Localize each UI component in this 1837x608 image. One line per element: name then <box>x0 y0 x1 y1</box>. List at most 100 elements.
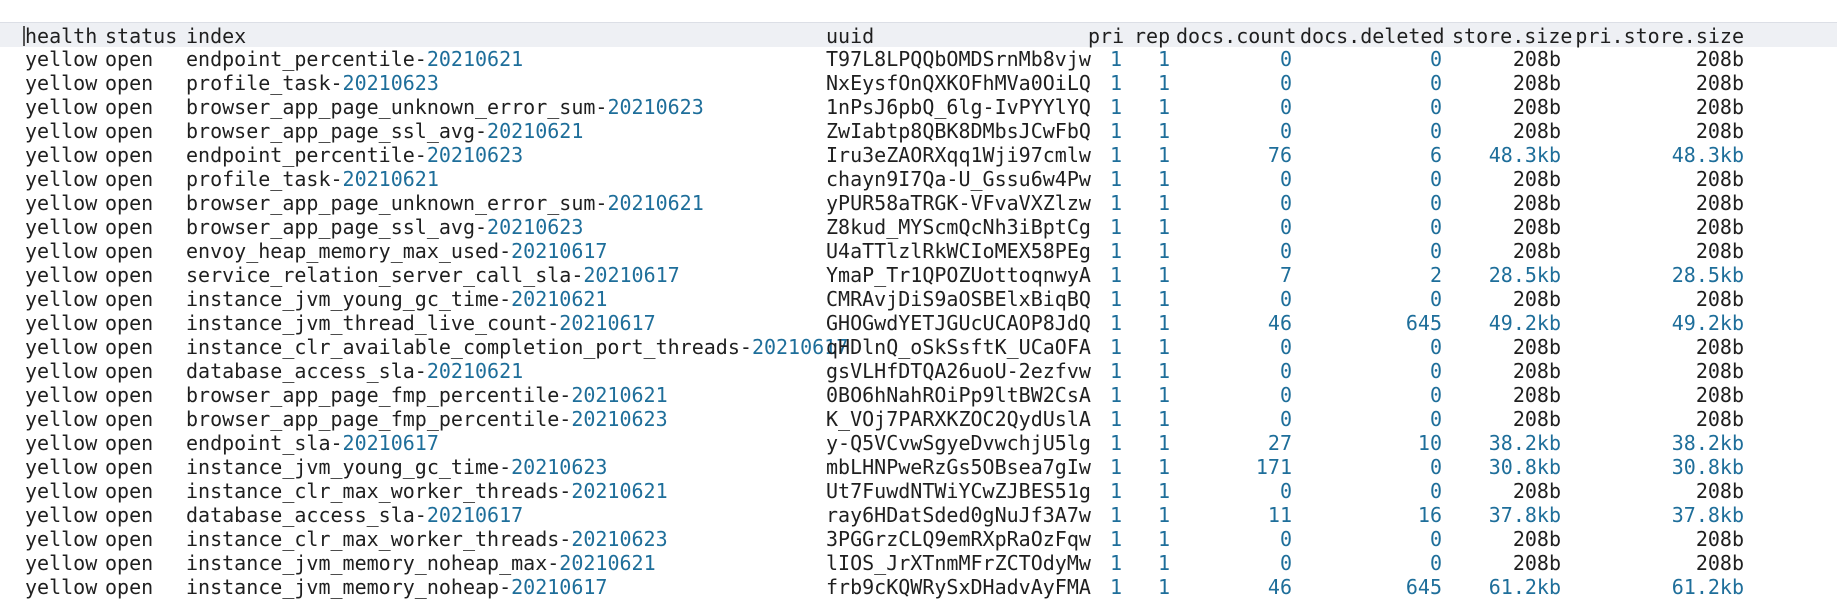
cell-docs-count: 76 <box>1267 143 1292 167</box>
cell-pri-store-size: 48.3kb <box>1671 143 1744 167</box>
cell-uuid: y-Q5VCvwSgyeDvwchjU5lg <box>826 431 1091 455</box>
index-name: browser_app_page_fmp_percentile- <box>186 407 572 431</box>
cell-health: yellow <box>25 575 98 599</box>
cell-rep: 1 <box>1157 239 1170 263</box>
cell-status: open <box>105 95 154 119</box>
cell-pri-store-size: 208b <box>1695 239 1744 263</box>
cell-store-size: 208b <box>1512 191 1561 215</box>
cell-health: yellow <box>25 311 98 335</box>
cell-rep: 1 <box>1157 143 1170 167</box>
cell-store-size: 208b <box>1512 383 1561 407</box>
index-date: 20210623 <box>571 527 668 551</box>
cell-pri: 1 <box>1109 551 1122 575</box>
index-date: 20210621 <box>571 383 668 407</box>
cell-docs-deleted: 0 <box>1429 407 1442 431</box>
cell-store-size: 28.5kb <box>1488 263 1561 287</box>
cell-docs-deleted: 0 <box>1429 455 1442 479</box>
cell-pri: 1 <box>1109 479 1122 503</box>
cell-store-size: 208b <box>1512 239 1561 263</box>
cell-status: open <box>105 47 154 71</box>
cell-store-size: 208b <box>1512 359 1561 383</box>
cell-rep: 1 <box>1157 191 1170 215</box>
cell-health: yellow <box>25 263 98 287</box>
header-pri: pri <box>1088 24 1125 48</box>
cell-pri: 1 <box>1109 287 1122 311</box>
cell-rep: 1 <box>1157 551 1170 575</box>
index-date: 20210621 <box>559 551 656 575</box>
cell-uuid: qHDlnQ_oSkSsftK_UCaOFA <box>826 335 1091 359</box>
cell-rep: 1 <box>1157 455 1170 479</box>
index-date: 20210621 <box>511 287 608 311</box>
index-name: browser_app_page_fmp_percentile- <box>186 383 572 407</box>
cell-uuid: Z8kud_MYScmQcNh3iBptCg <box>826 215 1091 239</box>
cell-index: browser_app_page_ssl_avg-20210621 <box>186 119 583 143</box>
cell-docs-count: 0 <box>1279 191 1292 215</box>
cell-uuid: yPUR58aTRGK-VFvaVXZlzw <box>826 191 1091 215</box>
cell-docs-count: 0 <box>1279 407 1292 431</box>
cell-pri-store-size: 208b <box>1695 167 1744 191</box>
cell-uuid: 0BO6hNahROiPp9ltBW2CsA <box>826 383 1091 407</box>
cell-rep: 1 <box>1157 119 1170 143</box>
index-date: 20210623 <box>426 143 524 167</box>
cell-health: yellow <box>25 407 98 431</box>
index-date: 20210623 <box>511 455 608 479</box>
cell-store-size: 208b <box>1512 47 1561 71</box>
index-date: 20210621 <box>607 191 704 215</box>
cell-store-size: 48.3kb <box>1488 143 1561 167</box>
cell-index: browser_app_page_fmp_percentile-20210621 <box>186 383 668 407</box>
cell-health: yellow <box>25 287 98 311</box>
index-date: 20210623 <box>607 95 704 119</box>
cell-uuid: GHOGwdYETJGUcUCAOP8JdQ <box>826 311 1091 335</box>
cell-store-size: 208b <box>1512 527 1561 551</box>
cell-store-size: 208b <box>1512 167 1561 191</box>
cell-docs-count: 0 <box>1279 287 1292 311</box>
cell-index: instance_clr_max_worker_threads-20210621 <box>186 479 668 503</box>
cell-uuid: gsVLHfDTQA26uoU-2ezfvw <box>826 359 1091 383</box>
cell-rep: 1 <box>1157 479 1170 503</box>
cell-docs-count: 0 <box>1279 119 1292 143</box>
index-name: instance_jvm_memory_noheap- <box>186 575 512 599</box>
cell-health: yellow <box>25 455 98 479</box>
cell-health: yellow <box>25 359 98 383</box>
cell-uuid: frb9cKQWRySxDHadvAyFMA <box>826 575 1091 599</box>
index-date: 20210621 <box>487 119 584 143</box>
cell-docs-count: 11 <box>1267 503 1292 527</box>
table-row: yellow open instance_jvm_memory_noheap-202… <box>0 575 1837 599</box>
cell-docs-count: 0 <box>1279 167 1292 191</box>
cell-rep: 1 <box>1157 503 1170 527</box>
indices-table: health status index uuid pri rep docs.co… <box>0 22 1837 599</box>
cell-health: yellow <box>25 191 98 215</box>
cell-index: browser_app_page_ssl_avg-20210623 <box>186 215 583 239</box>
cell-status: open <box>105 71 154 95</box>
cell-pri-store-size: 208b <box>1695 95 1744 119</box>
cell-rep: 1 <box>1157 527 1170 551</box>
cell-docs-deleted: 0 <box>1429 551 1442 575</box>
cell-index: envoy_heap_memory_max_used-20210617 <box>186 239 607 263</box>
cell-docs-deleted: 0 <box>1429 527 1442 551</box>
cell-docs-deleted: 0 <box>1429 119 1442 143</box>
cell-docs-deleted: 0 <box>1429 95 1442 119</box>
cell-uuid: ray6HDatSded0gNuJf3A7w <box>826 503 1091 527</box>
index-name: instance_jvm_young_gc_time- <box>186 455 512 479</box>
cell-rep: 1 <box>1157 431 1170 455</box>
cell-docs-count: 0 <box>1279 71 1292 95</box>
cell-docs-deleted: 10 <box>1417 431 1442 455</box>
cell-status: open <box>105 287 154 311</box>
cell-status: open <box>105 527 154 551</box>
table-row: yellow open browser_app_page_ssl_avg-20210… <box>0 215 1837 239</box>
cell-status: open <box>105 551 154 575</box>
index-name: endpoint_percentile- <box>186 47 427 71</box>
cell-docs-deleted: 16 <box>1417 503 1442 527</box>
index-date: 20210621 <box>571 479 668 503</box>
cell-pri: 1 <box>1109 311 1122 335</box>
cell-rep: 1 <box>1157 71 1170 95</box>
cell-status: open <box>105 575 154 599</box>
cell-pri: 1 <box>1109 263 1122 287</box>
cell-store-size: 61.2kb <box>1488 575 1561 599</box>
header-docs-count: docs.count <box>1176 24 1297 48</box>
header-uuid: uuid <box>826 24 875 48</box>
cell-store-size: 208b <box>1512 287 1561 311</box>
cell-docs-count: 0 <box>1279 95 1292 119</box>
index-name: browser_app_page_ssl_avg- <box>186 119 488 143</box>
cell-docs-deleted: 0 <box>1429 167 1442 191</box>
